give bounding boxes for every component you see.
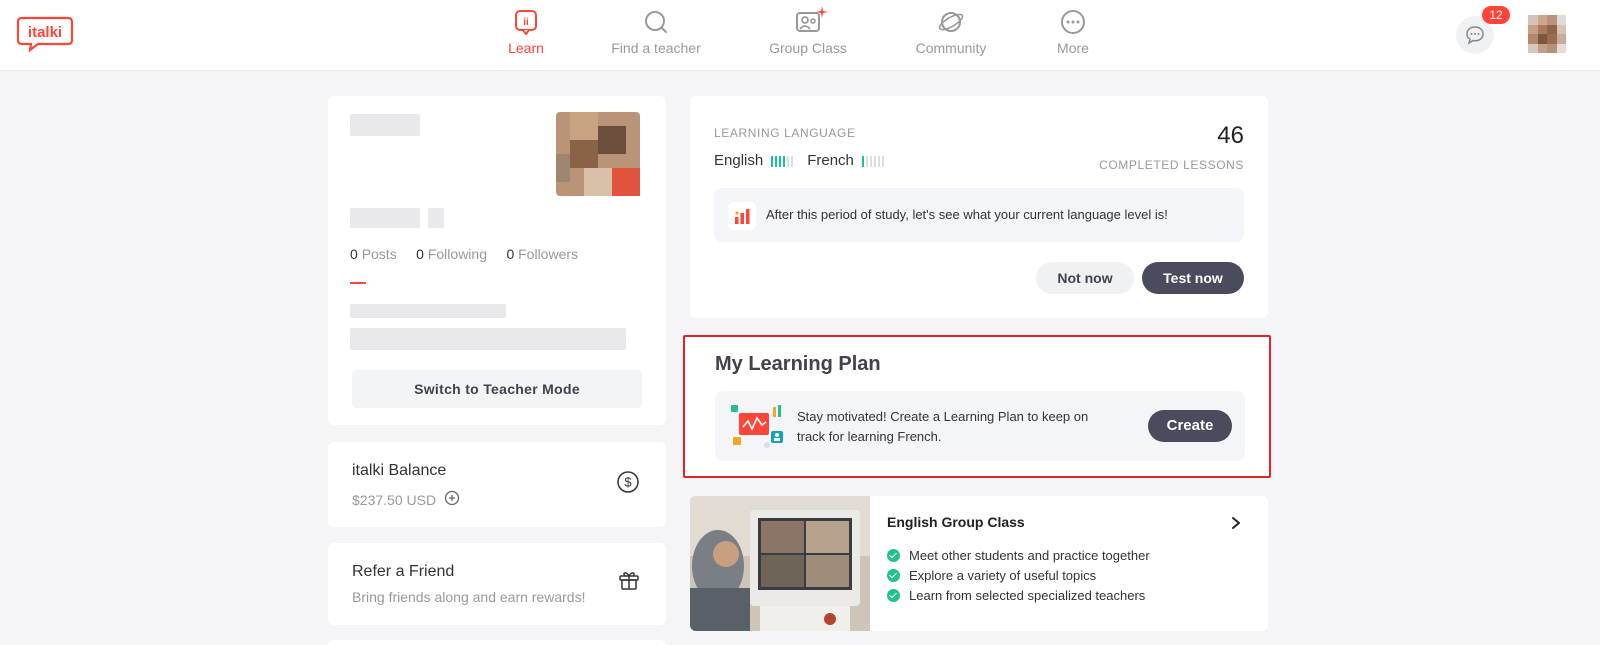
balance-title: italki Balance (352, 462, 447, 479)
italki-logo[interactable]: italki (16, 16, 74, 52)
message-count-badge: 12 (1482, 6, 1510, 24)
refer-subtitle: Bring friends along and earn rewards! (352, 589, 586, 605)
french-level-bars (861, 153, 886, 170)
check-icon (887, 549, 900, 563)
test-now-button[interactable]: Test now (1142, 262, 1244, 294)
chevron-right-icon[interactable] (1230, 516, 1242, 530)
learning-plan-illustration (731, 405, 783, 448)
create-plan-button[interactable]: Create (1148, 410, 1232, 442)
check-icon (887, 589, 900, 603)
learning-language-label: LEARNING LANGUAGE (714, 126, 856, 140)
nav-community-label: Community (915, 40, 987, 56)
redacted-bio-line-1 (350, 304, 506, 318)
level-test-notice: After this period of study, let's see wh… (714, 188, 1244, 242)
group-class-photo (690, 496, 870, 631)
completed-lessons-label: COMPLETED LESSONS (1099, 158, 1244, 172)
refer-friend-card[interactable]: Refer a Friend Bring friends along and e… (328, 543, 666, 625)
profile-counts: 0 Posts 0 Following 0 Followers (350, 246, 578, 262)
english-level-bars (771, 153, 795, 170)
redacted-username (350, 208, 420, 228)
chat-icon (1466, 26, 1484, 45)
add-funds-icon[interactable] (444, 490, 460, 506)
balance-amount: $237.50 USD (352, 492, 437, 508)
language-english[interactable]: English (714, 152, 763, 169)
nav-more-label: More (1057, 40, 1089, 56)
following-link[interactable]: 0 Following (416, 246, 487, 262)
profile-card: 0 Posts 0 Following 0 Followers Switch t… (328, 96, 666, 425)
group-class-card[interactable]: English Group Class Meet other students … (690, 496, 1268, 631)
user-avatar[interactable] (1528, 15, 1566, 53)
top-navigation-bar: italki ii Learn Find a teacher Group Cla… (0, 0, 1600, 71)
refer-title: Refer a Friend (352, 563, 455, 580)
nav-learn[interactable]: ii Learn (466, 8, 586, 64)
nav-group-class[interactable]: Group Class (748, 6, 868, 64)
more-icon (1061, 10, 1085, 34)
balance-card[interactable]: italki Balance $237.50 USD $ (328, 442, 666, 527)
level-test-notice-text: After this period of study, let's see wh… (766, 207, 1168, 222)
dollar-icon: $ (617, 471, 639, 493)
group-class-benefits: Meet other students and practice togethe… (887, 546, 1150, 606)
svg-text:$: $ (624, 475, 632, 490)
nav-community[interactable]: Community (891, 8, 1011, 64)
profile-avatar[interactable] (556, 112, 640, 196)
sparkle-icon (816, 6, 828, 18)
completed-lessons-count: 46 (1217, 122, 1244, 149)
redacted-bio-line-2 (350, 328, 626, 350)
nav-more[interactable]: More (1013, 8, 1133, 64)
language-list: English French (714, 152, 898, 170)
community-icon (938, 12, 964, 32)
posts-link[interactable]: 0 Posts (350, 246, 397, 262)
list-item: Meet other students and practice togethe… (887, 546, 1150, 566)
list-item: Explore a variety of useful topics (887, 566, 1150, 586)
learning-language-card: LEARNING LANGUAGE English French 46 COMPL… (690, 96, 1268, 318)
learning-plan-text: Stay motivated! Create a Learning Plan t… (797, 409, 1089, 444)
switch-to-teacher-mode-button[interactable]: Switch to Teacher Mode (352, 370, 642, 408)
language-french[interactable]: French (807, 152, 854, 169)
nav-learn-label: Learn (508, 40, 544, 56)
redacted-flag (428, 208, 444, 228)
followers-link[interactable]: 0 Followers (506, 246, 578, 262)
nav-group-class-label: Group Class (769, 40, 847, 56)
learning-plan-box: Stay motivated! Create a Learning Plan t… (715, 391, 1245, 461)
not-now-button[interactable]: Not now (1036, 262, 1134, 294)
level-chart-icon (728, 202, 756, 230)
learning-plan-card: My Learning Plan Stay motivated! Create … (683, 335, 1271, 478)
logo-text: italki (28, 24, 62, 41)
learning-plan-title: My Learning Plan (715, 353, 881, 375)
partial-card (328, 640, 666, 645)
search-icon (645, 11, 667, 33)
group-class-title: English Group Class (887, 514, 1025, 530)
learn-icon: ii (515, 10, 537, 35)
redacted-name (350, 114, 420, 136)
svg-text:ii: ii (523, 17, 529, 28)
gift-icon (619, 572, 639, 590)
tab-indicator (350, 282, 366, 284)
check-icon (887, 569, 900, 583)
list-item: Learn from selected specialized teachers (887, 586, 1150, 606)
nav-find-teacher[interactable]: Find a teacher (596, 8, 716, 64)
nav-find-teacher-label: Find a teacher (611, 40, 701, 56)
